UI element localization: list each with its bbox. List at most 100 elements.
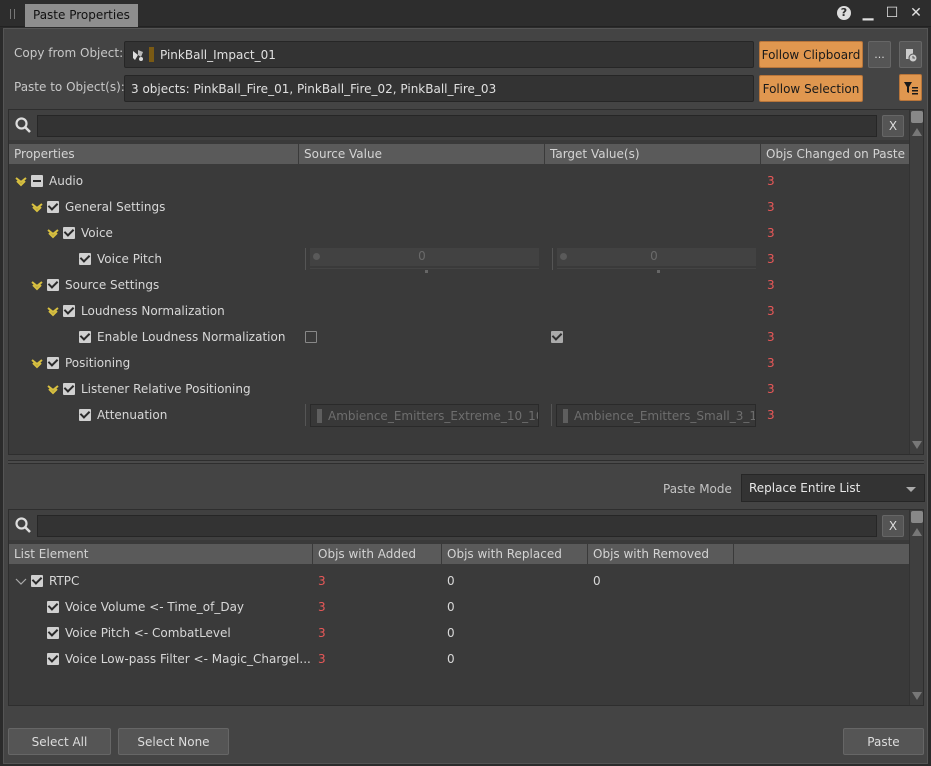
property-label: Voice Pitch bbox=[97, 252, 162, 266]
clear-search-button[interactable]: X bbox=[882, 115, 904, 137]
column-objs-changed[interactable]: Objs Changed on Paste bbox=[761, 144, 909, 164]
objs-changed-count: 3 bbox=[767, 226, 775, 240]
source-value: 0 bbox=[418, 249, 426, 263]
source-value-checkbox bbox=[305, 331, 317, 343]
paste-mode-dropdown[interactable]: Replace Entire List bbox=[741, 474, 925, 502]
properties-search-input[interactable] bbox=[37, 115, 877, 137]
property-checkbox[interactable] bbox=[47, 279, 59, 291]
list-element-checkbox[interactable] bbox=[47, 601, 59, 613]
properties-tree-panel: X Properties Source Value Target Value(s… bbox=[8, 109, 924, 455]
property-checkbox[interactable] bbox=[79, 331, 91, 343]
column-list-element[interactable]: List Element bbox=[9, 544, 313, 564]
property-checkbox[interactable] bbox=[47, 201, 59, 213]
expand-chevron-icon[interactable] bbox=[47, 384, 59, 395]
scroll-down-icon[interactable] bbox=[912, 692, 922, 700]
help-icon[interactable]: ? bbox=[837, 6, 851, 20]
objs-added-count: 3 bbox=[318, 626, 326, 640]
objs-changed-count: 3 bbox=[767, 200, 775, 214]
list-row[interactable]: Voice Low-pass Filter <- Magic_Chargel..… bbox=[9, 646, 909, 672]
maximize-icon[interactable]: ☐ bbox=[885, 5, 899, 21]
paste-to-label: Paste to Object(s): bbox=[14, 80, 125, 94]
scroll-down-icon[interactable] bbox=[912, 441, 922, 449]
property-checkbox[interactable] bbox=[63, 305, 75, 317]
list-scrollbar[interactable] bbox=[909, 510, 923, 705]
column-target-values[interactable]: Target Value(s) bbox=[545, 144, 761, 164]
properties-scrollbar[interactable] bbox=[909, 110, 923, 454]
expand-chevron-icon[interactable] bbox=[31, 280, 43, 291]
paste-button[interactable]: Paste bbox=[843, 728, 924, 755]
property-checkbox[interactable] bbox=[79, 409, 91, 421]
objs-removed-count: 0 bbox=[593, 574, 601, 588]
property-label: Enable Loudness Normalization bbox=[97, 330, 286, 344]
property-checkbox[interactable] bbox=[63, 227, 75, 239]
follow-clipboard-button[interactable]: Follow Clipboard bbox=[759, 41, 863, 68]
scroll-up-icon[interactable] bbox=[912, 128, 922, 136]
paste-to-field[interactable]: 3 objects: PinkBall_Fire_01, PinkBall_Fi… bbox=[124, 75, 754, 102]
follow-selection-button[interactable]: Follow Selection bbox=[759, 75, 863, 102]
property-row[interactable]: General Settings 3 bbox=[9, 194, 909, 220]
property-row[interactable]: Enable Loudness Normalization 3 bbox=[9, 324, 909, 350]
expand-chevron-icon[interactable] bbox=[47, 306, 59, 317]
column-objs-replaced[interactable]: Objs with Replaced bbox=[442, 544, 588, 564]
property-row[interactable]: Voice Pitch 0 0 3 bbox=[9, 246, 909, 273]
zoom-icon[interactable] bbox=[911, 511, 923, 523]
objs-added-count: 3 bbox=[318, 574, 326, 588]
property-label: Listener Relative Positioning bbox=[81, 382, 251, 396]
list-element-checkbox[interactable] bbox=[47, 627, 59, 639]
column-objs-removed[interactable]: Objs with Removed bbox=[588, 544, 734, 564]
copy-from-field[interactable]: PinkBall_Impact_01 bbox=[124, 41, 754, 68]
scroll-up-icon[interactable] bbox=[912, 528, 922, 536]
list-element-checkbox[interactable] bbox=[31, 575, 43, 587]
objs-replaced-count: 0 bbox=[447, 626, 455, 640]
list-row[interactable]: Voice Volume <- Time_of_Day 3 0 bbox=[9, 594, 909, 620]
filter-list-icon bbox=[903, 81, 918, 94]
history-button[interactable] bbox=[899, 41, 922, 68]
list-row[interactable]: RTPC 3 0 0 bbox=[9, 568, 909, 594]
expand-chevron-icon[interactable] bbox=[47, 228, 59, 239]
objs-changed-count: 3 bbox=[767, 382, 775, 396]
search-icon bbox=[15, 517, 31, 533]
property-checkbox[interactable] bbox=[47, 357, 59, 369]
paste-to-value: 3 objects: PinkBall_Fire_01, PinkBall_Fi… bbox=[131, 81, 497, 96]
column-source-value[interactable]: Source Value bbox=[299, 144, 545, 164]
expand-chevron-icon[interactable] bbox=[31, 358, 43, 369]
minimize-icon[interactable]: ▁ bbox=[861, 5, 875, 21]
list-element-label: Voice Pitch <- CombatLevel bbox=[65, 626, 231, 640]
filter-list-button[interactable] bbox=[899, 74, 922, 101]
property-checkbox[interactable] bbox=[63, 383, 75, 395]
panel-splitter[interactable] bbox=[8, 460, 924, 464]
column-objs-added[interactable]: Objs with Added bbox=[313, 544, 442, 564]
list-search-input[interactable] bbox=[37, 515, 877, 537]
property-label: Source Settings bbox=[65, 278, 160, 292]
title-bar: Paste Properties ? ▁ ☐ ✕ bbox=[0, 0, 931, 27]
property-row[interactable]: Listener Relative Positioning 3 bbox=[9, 376, 909, 402]
expand-chevron-icon[interactable] bbox=[15, 576, 27, 586]
property-row[interactable]: Attenuation Ambience_Emitters_Extreme_10_… bbox=[9, 402, 909, 428]
more-button[interactable]: ... bbox=[868, 41, 891, 68]
tab-paste-properties[interactable]: Paste Properties bbox=[25, 4, 138, 27]
list-element-checkbox[interactable] bbox=[47, 653, 59, 665]
list-row[interactable]: Voice Pitch <- CombatLevel 3 0 bbox=[9, 620, 909, 646]
close-icon[interactable]: ✕ bbox=[909, 5, 923, 21]
zoom-icon[interactable] bbox=[911, 111, 923, 123]
expand-chevron-icon[interactable] bbox=[31, 202, 43, 213]
property-row[interactable]: Positioning 3 bbox=[9, 350, 909, 376]
objs-added-count: 3 bbox=[318, 652, 326, 666]
property-checkbox[interactable] bbox=[31, 175, 43, 187]
property-row[interactable]: Source Settings 3 bbox=[9, 272, 909, 298]
objs-changed-count: 3 bbox=[767, 174, 775, 188]
property-row[interactable]: Voice 3 bbox=[9, 220, 909, 246]
property-row[interactable]: Loudness Normalization 3 bbox=[9, 298, 909, 324]
select-all-button[interactable]: Select All bbox=[8, 728, 111, 755]
color-swatch bbox=[563, 408, 568, 423]
column-properties[interactable]: Properties bbox=[9, 144, 299, 164]
drag-grip-icon[interactable] bbox=[10, 9, 15, 19]
objs-changed-count: 3 bbox=[767, 330, 775, 344]
clear-list-search-button[interactable]: X bbox=[882, 515, 904, 537]
expand-chevron-icon[interactable] bbox=[15, 176, 27, 187]
property-checkbox[interactable] bbox=[79, 253, 91, 265]
property-row[interactable]: Audio 3 bbox=[9, 168, 909, 194]
target-value: 0 bbox=[650, 249, 658, 263]
list-elements-panel: X List Element Objs with Added Objs with… bbox=[8, 509, 924, 706]
select-none-button[interactable]: Select None bbox=[118, 728, 229, 755]
